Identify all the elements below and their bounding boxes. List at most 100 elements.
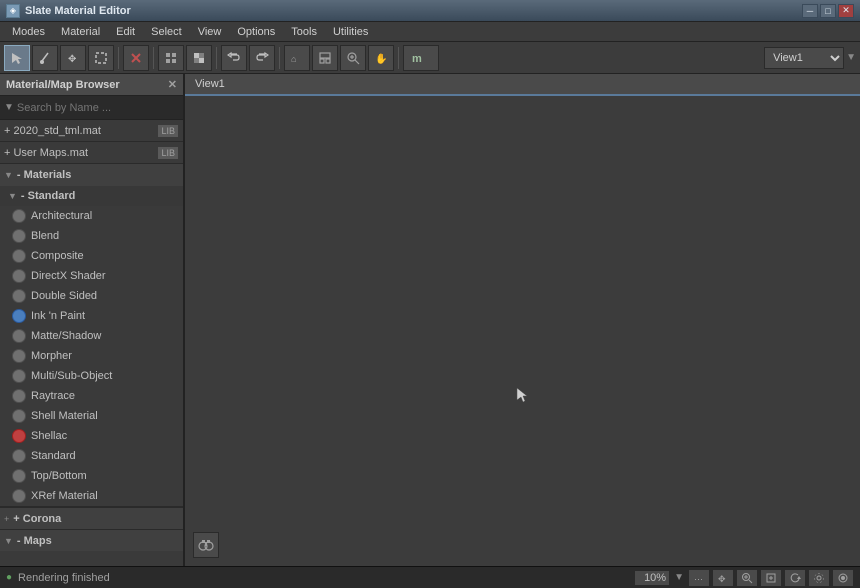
shell-material-icon bbox=[12, 409, 26, 423]
standard-subgroup-header[interactable]: ▼ - Standard bbox=[0, 186, 183, 206]
materials-group-label: - Materials bbox=[17, 169, 71, 181]
tree-item-matte-shadow[interactable]: Matte/Shadow bbox=[0, 326, 183, 346]
top-bottom-icon bbox=[12, 469, 26, 483]
menu-modes[interactable]: Modes bbox=[4, 24, 53, 40]
menu-edit[interactable]: Edit bbox=[108, 24, 143, 40]
menu-utilities[interactable]: Utilities bbox=[325, 24, 376, 40]
viewport-tools bbox=[193, 532, 219, 558]
undo-tool[interactable] bbox=[221, 45, 247, 71]
svg-text:✋: ✋ bbox=[375, 52, 387, 65]
tree-item-standard[interactable]: Standard bbox=[0, 446, 183, 466]
tree-item-morpher[interactable]: Morpher bbox=[0, 346, 183, 366]
tree-item-top-bottom[interactable]: Top/Bottom bbox=[0, 466, 183, 486]
separator-3 bbox=[216, 47, 217, 69]
material-editor-tool[interactable]: m bbox=[403, 45, 439, 71]
menu-options[interactable]: Options bbox=[229, 24, 283, 40]
top-bottom-label: Top/Bottom bbox=[31, 470, 87, 482]
tree-item-directx-shader[interactable]: DirectX Shader bbox=[0, 266, 183, 286]
standard-subgroup-label: - Standard bbox=[21, 190, 75, 202]
architectural-label: Architectural bbox=[31, 210, 92, 222]
status-left: ● Rendering finished bbox=[6, 572, 110, 584]
view-select[interactable]: View1 bbox=[764, 47, 844, 69]
viewport-tab[interactable]: View1 bbox=[185, 74, 860, 96]
tree-item-ink-n-paint[interactable]: Ink 'n Paint bbox=[0, 306, 183, 326]
tree-item-shell-material[interactable]: Shell Material bbox=[0, 406, 183, 426]
zoom-input[interactable] bbox=[634, 570, 670, 586]
zoom-fit-status-btn[interactable] bbox=[760, 569, 782, 587]
directx-shader-icon bbox=[12, 269, 26, 283]
tree-item-xref-material[interactable]: XRef Material bbox=[0, 486, 183, 506]
title-bar: ◈ Slate Material Editor ─ □ ✕ bbox=[0, 0, 860, 22]
search-input[interactable] bbox=[17, 102, 179, 114]
menu-bar: Modes Material Edit Select View Options … bbox=[0, 22, 860, 42]
binoculars-tool[interactable] bbox=[193, 532, 219, 558]
minimize-button[interactable]: ─ bbox=[802, 4, 818, 18]
standard-label: Standard bbox=[31, 450, 76, 462]
matte-shadow-label: Matte/Shadow bbox=[31, 330, 101, 342]
mat-file-1-name[interactable]: + 2020_std_tml.mat bbox=[4, 125, 153, 137]
shell-material-label: Shell Material bbox=[31, 410, 98, 422]
status-text: Rendering finished bbox=[18, 572, 110, 584]
double-sided-label: Double Sided bbox=[31, 290, 97, 302]
maps-collapse-icon: ▼ bbox=[4, 536, 13, 546]
title-bar-left: ◈ Slate Material Editor bbox=[6, 4, 131, 18]
zoom-dropdown-icon[interactable]: ▼ bbox=[674, 572, 684, 583]
grid-tool[interactable] bbox=[158, 45, 184, 71]
standard-icon bbox=[12, 449, 26, 463]
corona-group[interactable]: + + Corona bbox=[0, 507, 183, 529]
mat-file-2-name[interactable]: + User Maps.mat bbox=[4, 147, 153, 159]
rotate-status-btn[interactable] bbox=[784, 569, 806, 587]
tree-item-double-sided[interactable]: Double Sided bbox=[0, 286, 183, 306]
status-right: ▼ ⋯ ✥ bbox=[634, 569, 854, 587]
select-tool[interactable] bbox=[88, 45, 114, 71]
pan-tool[interactable]: ✋ bbox=[368, 45, 394, 71]
raytrace-icon bbox=[12, 389, 26, 403]
menu-material[interactable]: Material bbox=[53, 24, 108, 40]
svg-text:✥: ✥ bbox=[718, 574, 726, 584]
pan-status-btn[interactable]: ⋯ bbox=[688, 569, 710, 587]
menu-tools[interactable]: Tools bbox=[283, 24, 325, 40]
search-dropdown-icon[interactable]: ▼ bbox=[4, 102, 14, 113]
standard-collapse-icon: ▼ bbox=[8, 191, 17, 201]
layout-tool[interactable] bbox=[312, 45, 338, 71]
render-prev-tool[interactable]: ⌂ bbox=[284, 45, 310, 71]
pointer-tool[interactable] bbox=[4, 45, 30, 71]
svg-text:⌂: ⌂ bbox=[291, 54, 296, 64]
move-tool[interactable]: ✥ bbox=[60, 45, 86, 71]
materials-group-header[interactable]: ▼ - Materials bbox=[0, 164, 183, 186]
maximize-button[interactable]: □ bbox=[820, 4, 836, 18]
tree-item-architectural[interactable]: Architectural bbox=[0, 206, 183, 226]
blend-label: Blend bbox=[31, 230, 59, 242]
shellac-icon bbox=[12, 429, 26, 443]
viewport: View1 bbox=[185, 74, 860, 566]
search-bar: ▼ bbox=[0, 96, 183, 120]
zoom-tool[interactable] bbox=[340, 45, 366, 71]
zoom-in-status-btn[interactable] bbox=[736, 569, 758, 587]
paint-tool[interactable] bbox=[32, 45, 58, 71]
tree-item-shellac[interactable]: Shellac bbox=[0, 426, 183, 446]
tree-item-raytrace[interactable]: Raytrace bbox=[0, 386, 183, 406]
view-dropdown-arrow: ▼ bbox=[846, 52, 856, 63]
standard-subgroup: ▼ - Standard Architectural Blend Co bbox=[0, 186, 183, 506]
mat-file-1-badge: LIB bbox=[157, 124, 179, 138]
redo-tool[interactable] bbox=[249, 45, 275, 71]
tree-container: ▼ - Materials ▼ - Standard Architectural bbox=[0, 164, 183, 566]
move-status-btn[interactable]: ✥ bbox=[712, 569, 734, 587]
close-button[interactable]: ✕ bbox=[838, 4, 854, 18]
panel-close-button[interactable]: ✕ bbox=[168, 78, 177, 91]
settings-status-btn[interactable] bbox=[808, 569, 830, 587]
tree-item-composite[interactable]: Composite bbox=[0, 246, 183, 266]
menu-view[interactable]: View bbox=[190, 24, 230, 40]
viewport-content bbox=[185, 96, 860, 566]
ink-n-paint-icon bbox=[12, 309, 26, 323]
menu-select[interactable]: Select bbox=[143, 24, 190, 40]
tree-item-blend[interactable]: Blend bbox=[0, 226, 183, 246]
tree-item-multi-sub-object[interactable]: Multi/Sub-Object bbox=[0, 366, 183, 386]
viewport-tab-label: View1 bbox=[195, 78, 225, 90]
mat-file-2: + User Maps.mat LIB bbox=[0, 142, 183, 164]
checker-tool[interactable] bbox=[186, 45, 212, 71]
maps-group[interactable]: ▼ - Maps bbox=[0, 529, 183, 551]
delete-tool[interactable] bbox=[123, 45, 149, 71]
render-status-btn[interactable] bbox=[832, 569, 854, 587]
separator-1 bbox=[118, 47, 119, 69]
